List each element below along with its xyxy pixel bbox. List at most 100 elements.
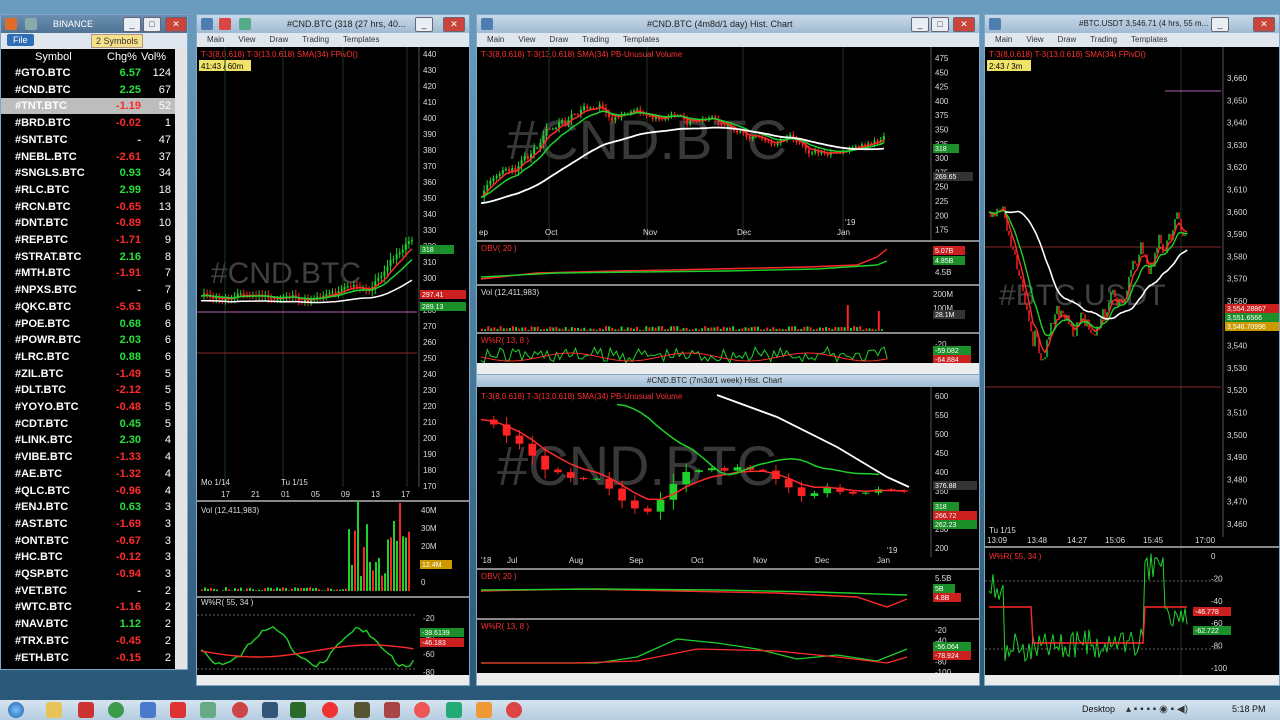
watchlist-row[interactable]: #VET.BTC - 2	[1, 583, 175, 599]
shield-icon[interactable]	[170, 702, 186, 718]
watchlist-row[interactable]: #QSP.BTC -0.94 3	[1, 566, 175, 582]
menu-main[interactable]: Main	[207, 35, 224, 44]
watchlist-row[interactable]: #RLC.BTC 2.99 18	[1, 182, 175, 198]
maximize-button[interactable]: □	[143, 17, 161, 32]
close-button[interactable]: ✕	[443, 17, 465, 32]
watchlist-row[interactable]: #CND.BTC 2.25 67	[1, 82, 175, 98]
pin-icon[interactable]	[219, 18, 231, 30]
watchlist-row[interactable]: #NAV.BTC 1.12 2	[1, 616, 175, 632]
watchlist-row[interactable]: #YOYO.BTC -0.48 5	[1, 399, 175, 415]
menu-templates[interactable]: Templates	[1131, 35, 1167, 44]
menu-trading[interactable]: Trading	[1090, 35, 1117, 44]
symbols-count-button[interactable]: 2 Symbols	[91, 34, 144, 48]
watchlist-row[interactable]: #CDT.BTC 0.45 5	[1, 416, 175, 432]
minimize-button[interactable]: _	[415, 17, 433, 32]
menu-trading[interactable]: Trading	[302, 35, 329, 44]
col-chg[interactable]: Chg%	[107, 51, 137, 63]
watchlist-row[interactable]: #NPXS.BTC - 7	[1, 282, 175, 298]
watchlist-row[interactable]: #ENJ.BTC 0.63 3	[1, 499, 175, 515]
file-menu-button[interactable]: File	[7, 34, 34, 46]
app-icon[interactable]	[476, 702, 492, 718]
chrome-icon[interactable]	[322, 702, 338, 718]
grid-icon[interactable]	[25, 18, 37, 30]
menu-templates[interactable]: Templates	[623, 35, 659, 44]
minimize-button[interactable]: _	[911, 17, 929, 32]
chart2-title-bar[interactable]: #CND.BTC (4m8d/1 day) Hist. Chart _ □ ✕	[477, 15, 979, 33]
menu-draw[interactable]: Draw	[1058, 35, 1077, 44]
app-icon[interactable]	[78, 702, 94, 718]
watchlist-row[interactable]: #BRD.BTC -0.02 1	[1, 115, 175, 131]
watchlist-row[interactable]: #DLT.BTC -2.12 5	[1, 382, 175, 398]
menu-trading[interactable]: Trading	[582, 35, 609, 44]
watchlist-row[interactable]: #STRAT.BTC 2.16 8	[1, 249, 175, 265]
chart2-canvas[interactable]: T-3(8,0.618) T-3(13,0.618) SMA(34) PB-Un…	[477, 47, 979, 375]
watchlist-row[interactable]: #TRX.BTC -0.45 2	[1, 633, 175, 649]
menu-main[interactable]: Main	[487, 35, 504, 44]
clock[interactable]: 5:18 PM	[1232, 704, 1266, 714]
menu-view[interactable]: View	[1026, 35, 1043, 44]
close-button[interactable]: ✕	[165, 17, 187, 32]
chart1-canvas[interactable]: T-3(8,0.618) T-3(13,0.618) SMA(34) FPivD…	[197, 47, 469, 686]
watchlist-row[interactable]: #ETH.BTC -0.15 2	[1, 650, 175, 666]
maximize-button[interactable]: □	[931, 17, 949, 32]
watchlist-row[interactable]: #SNGLS.BTC 0.93 34	[1, 165, 175, 181]
chart3-title-bar[interactable]: #CND.BTC (7m3d/1 week) Hist. Chart	[477, 375, 979, 387]
watchlist-row[interactable]: #AE.BTC -1.32 4	[1, 466, 175, 482]
col-symbol[interactable]: Symbol	[35, 51, 72, 63]
menu-view[interactable]: View	[238, 35, 255, 44]
watchlist-row[interactable]: #ZIL.BTC -1.49 5	[1, 366, 175, 382]
watchlist-title-bar[interactable]: BINANCE _ □ ✕	[1, 15, 187, 33]
menu-draw[interactable]: Draw	[550, 35, 569, 44]
watchlist-row[interactable]: #REP.BTC -1.71 9	[1, 232, 175, 248]
watchlist-row[interactable]: #POWR.BTC 2.03 6	[1, 332, 175, 348]
col-vol[interactable]: Vol%	[141, 51, 166, 63]
watchlist-row[interactable]: #QLC.BTC -0.96 4	[1, 483, 175, 499]
watchlist-row[interactable]: #LINK.BTC 2.30 4	[1, 432, 175, 448]
calc-icon[interactable]	[200, 702, 216, 718]
add-icon[interactable]	[239, 18, 251, 30]
close-button[interactable]: ✕	[1253, 17, 1275, 32]
chart-icon[interactable]	[446, 702, 462, 718]
start-icon[interactable]	[8, 702, 24, 718]
watchlist-row[interactable]: #HC.BTC -0.12 3	[1, 549, 175, 565]
chart1-title-bar[interactable]: #CND.BTC (318 (27 hrs, 40... _ ✕	[197, 15, 469, 33]
chrome-icon[interactable]	[232, 702, 248, 718]
watchlist-row[interactable]: #LRC.BTC 0.88 6	[1, 349, 175, 365]
watchlist-row[interactable]: #WTC.BTC -1.16 2	[1, 599, 175, 615]
watchlist-row[interactable]: #TNT.BTC -1.19 52	[1, 98, 175, 115]
menu-templates[interactable]: Templates	[343, 35, 379, 44]
trading-icon[interactable]	[290, 702, 306, 718]
browser-icon[interactable]	[140, 702, 156, 718]
desktop-toolbar-label[interactable]: Desktop	[1082, 704, 1115, 714]
watchlist-row[interactable]: #ONT.BTC -0.67 3	[1, 533, 175, 549]
watchlist-scrollbar[interactable]	[175, 49, 187, 669]
minimize-button[interactable]: _	[1211, 17, 1229, 32]
app-icon[interactable]	[262, 702, 278, 718]
app-icon[interactable]	[384, 702, 400, 718]
menu-main[interactable]: Main	[995, 35, 1012, 44]
menu-view[interactable]: View	[518, 35, 535, 44]
watchlist-row[interactable]: #RCN.BTC -0.65 13	[1, 199, 175, 215]
chart4-title-bar[interactable]: #BTC.USDT 3,546.71 (4 hrs, 55 m... _ ✕	[985, 15, 1279, 33]
volume-bar	[611, 327, 614, 331]
watchlist-row[interactable]: #DNT.BTC -0.89 10	[1, 215, 175, 231]
watchlist-row[interactable]: #NEBL.BTC -2.61 37	[1, 149, 175, 165]
watchlist-row[interactable]: #VIBE.BTC -1.33 4	[1, 449, 175, 465]
chart3-canvas[interactable]: T-3(8,0.618) T-3(13,0.618) SMA(34) PB-Un…	[477, 387, 979, 685]
watchlist-row[interactable]: #MTH.BTC -1.91 7	[1, 265, 175, 281]
minimize-button[interactable]: _	[123, 17, 141, 32]
chart4-canvas[interactable]: T-3(8,0.618) T-3(13,0.618) SMA(34) FPivD…	[985, 47, 1279, 686]
close-button[interactable]: ✕	[953, 17, 975, 32]
watchlist-row[interactable]: #GTO.BTC 6.57 124	[1, 65, 175, 81]
watchlist-row[interactable]: #POE.BTC 0.68 6	[1, 316, 175, 332]
app-icon[interactable]	[354, 702, 370, 718]
chrome-icon[interactable]	[108, 702, 124, 718]
tray-icons[interactable]: ▴ ▪ ▪ ▪ ▪ ◉ ▪ ◀)	[1126, 704, 1188, 715]
chrome-icon[interactable]	[414, 702, 430, 718]
explorer-icon[interactable]	[46, 702, 62, 718]
watchlist-row[interactable]: #QKC.BTC -5.63 6	[1, 299, 175, 315]
watchlist-row[interactable]: #SNT.BTC - 47	[1, 132, 175, 148]
menu-draw[interactable]: Draw	[270, 35, 289, 44]
app-icon[interactable]	[506, 702, 522, 718]
watchlist-row[interactable]: #AST.BTC -1.69 3	[1, 516, 175, 532]
